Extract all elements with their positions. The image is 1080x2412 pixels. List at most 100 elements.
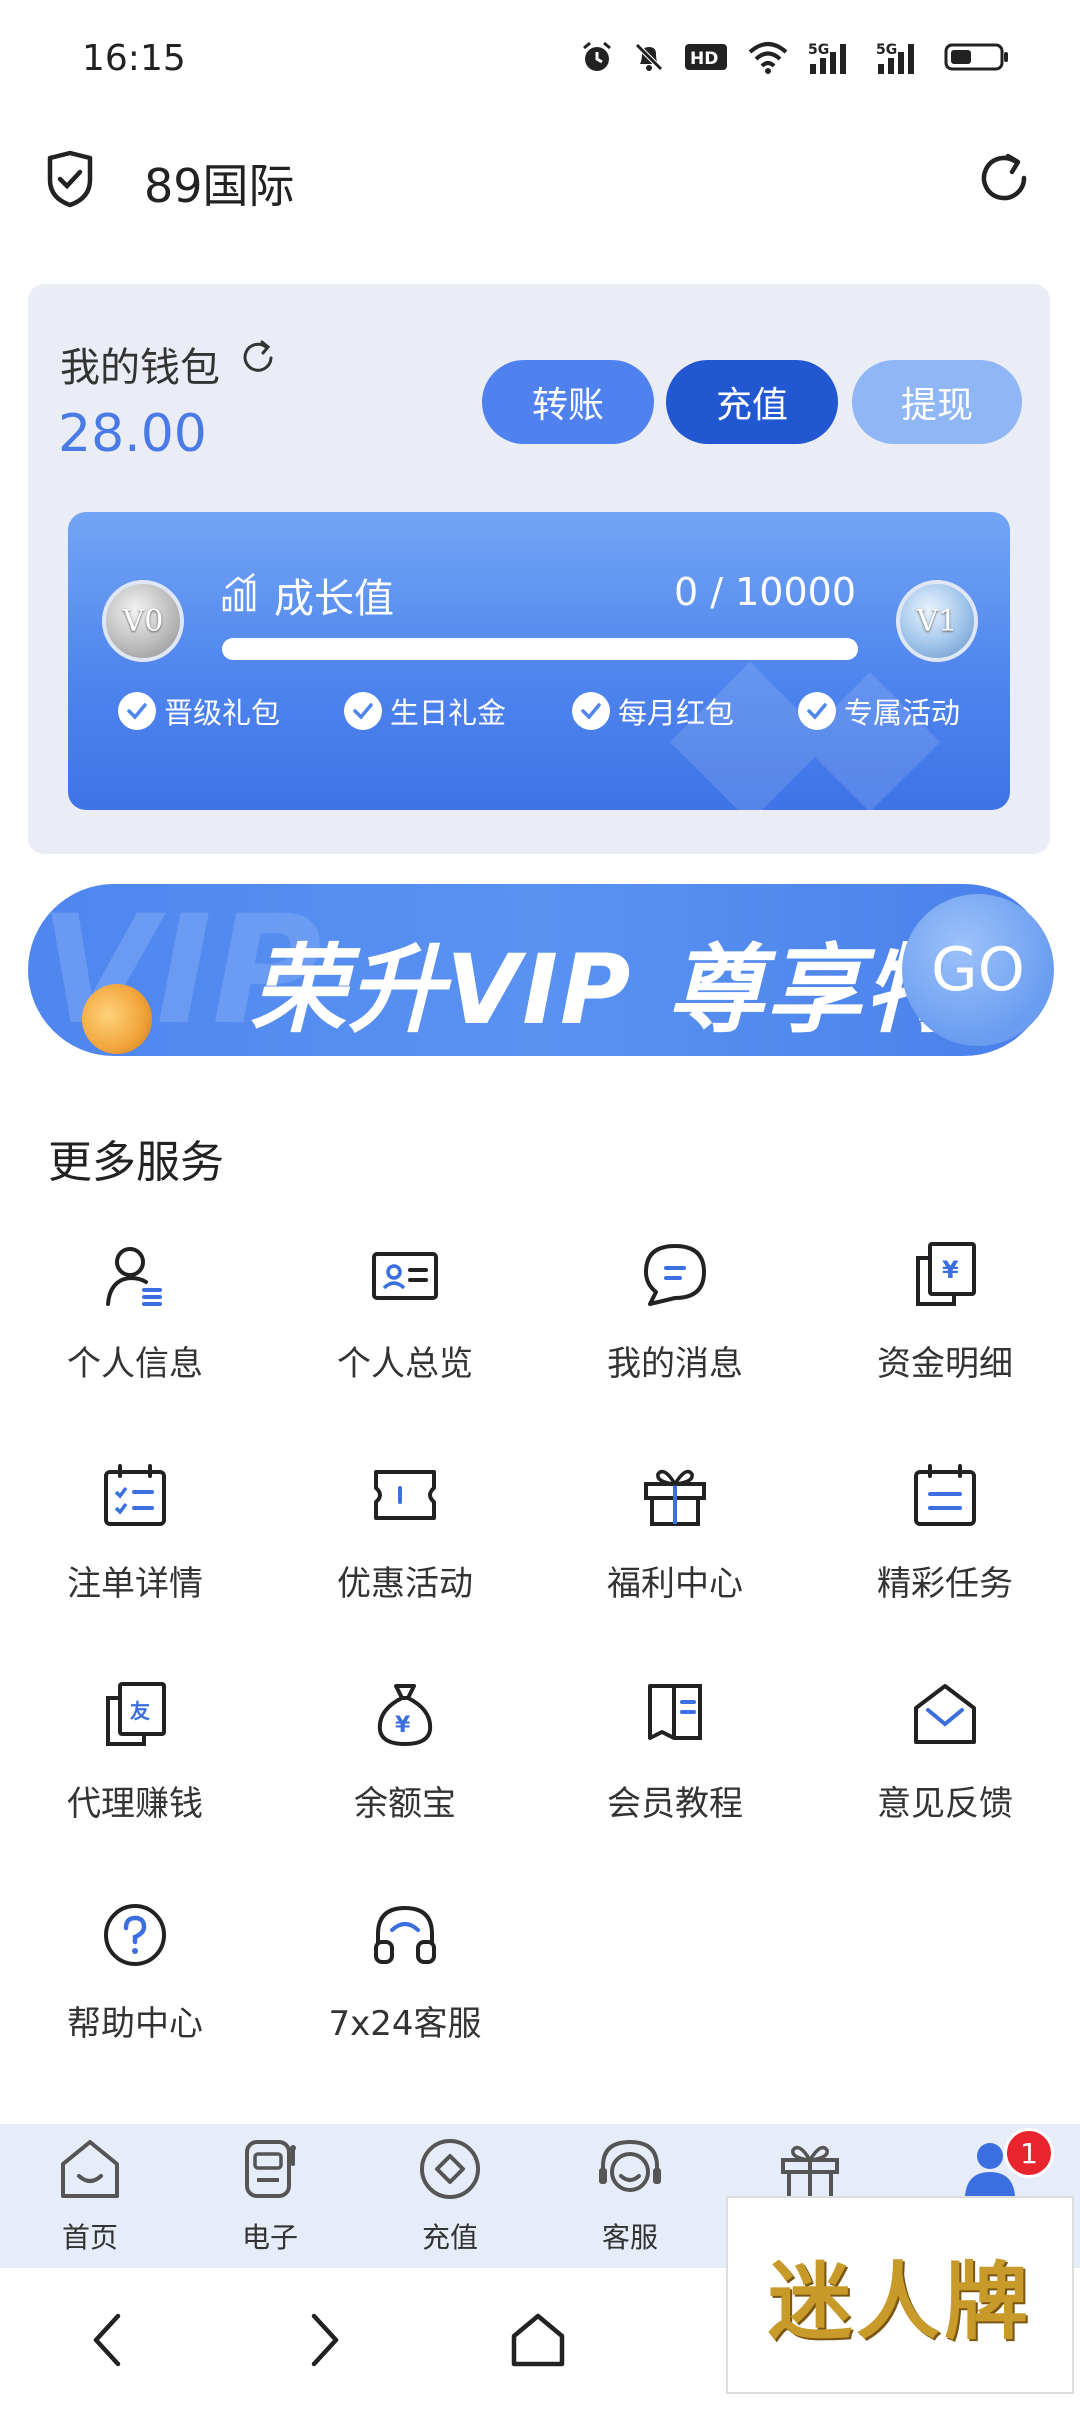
wallet-label: 我的钱包 (60, 345, 220, 391)
service-balance-treasure[interactable]: ¥ 余额宝 (270, 1680, 540, 1825)
check-icon (572, 692, 610, 730)
wifi-icon (748, 42, 788, 74)
perk-label: 晋级礼包 (164, 696, 281, 730)
perk-item: 每月红包 (572, 690, 734, 732)
watermark-text: 迷人牌 (767, 2251, 1032, 2351)
id-card-icon (372, 1252, 438, 1300)
money-bag-icon: ¥ (377, 1684, 433, 1747)
book-icon (648, 1684, 702, 1740)
service-label: 7x24客服 (328, 2004, 482, 2044)
growth-progress-bar (222, 638, 858, 660)
service-label: 余额宝 (354, 1784, 456, 1824)
agent-icon: 友 (106, 1682, 166, 1746)
message-icon (644, 1244, 706, 1306)
svg-text:¥: ¥ (942, 1256, 959, 1284)
diamond-pattern-icon (670, 662, 940, 810)
vip-go-button[interactable]: GO (902, 894, 1054, 1046)
game-machine-icon (245, 2140, 296, 2198)
service-customer-support[interactable]: 7x24客服 (270, 1900, 540, 2045)
signal-5g-icon-2: 5G (876, 42, 914, 74)
tab-service[interactable]: 客服 (540, 2134, 720, 2256)
refresh-icon[interactable] (976, 150, 1032, 206)
wallet-amount: 28.00 (58, 404, 207, 464)
svg-text:5G: 5G (808, 42, 829, 58)
service-label: 会员教程 (607, 1784, 743, 1824)
user-profile-icon (106, 1247, 162, 1306)
level-badge-current: V0 (102, 580, 184, 662)
svg-text:HD: HD (690, 49, 718, 69)
back-icon[interactable] (88, 2310, 128, 2370)
service-feedback[interactable]: 意见反馈 (810, 1680, 1080, 1825)
tab-label: 充值 (421, 2221, 478, 2254)
service-label: 注单详情 (67, 1564, 203, 1604)
perk-label: 每月红包 (618, 696, 735, 730)
withdraw-button[interactable]: 提现 (852, 360, 1022, 444)
help-icon (104, 1904, 166, 1966)
mail-icon (914, 1684, 976, 1744)
notification-badge: 1 (1004, 2128, 1054, 2178)
ticket-icon (374, 1470, 436, 1520)
fund-detail-icon: ¥ (916, 1242, 976, 1306)
service-label: 优惠活动 (337, 1564, 473, 1604)
deposit-button[interactable]: 充值 (666, 360, 838, 444)
gift-icon (644, 1469, 706, 1526)
growth-label: 成长值 (274, 576, 394, 622)
service-messages[interactable]: 我的消息 (540, 1240, 810, 1385)
transfer-button[interactable]: 转账 (482, 360, 654, 444)
service-label: 意见反馈 (877, 1784, 1013, 1824)
tab-electronic[interactable]: 电子 (180, 2134, 360, 2256)
service-label: 个人信息 (67, 1344, 203, 1384)
service-promotions[interactable]: 优惠活动 (270, 1460, 540, 1605)
status-icons: HD 5G 5G (580, 40, 1010, 74)
service-welfare-center[interactable]: 福利中心 (540, 1460, 810, 1605)
service-personal-info[interactable]: 个人信息 (0, 1240, 270, 1385)
tab-label: 客服 (601, 2221, 658, 2254)
level-badge-next: V1 (896, 580, 978, 662)
service-member-tutorial[interactable]: 会员教程 (540, 1680, 810, 1825)
service-label: 资金明细 (877, 1344, 1013, 1384)
service-icon (599, 2139, 661, 2192)
service-label: 福利中心 (607, 1564, 743, 1604)
status-time: 16:15 (82, 38, 186, 79)
forward-icon[interactable] (304, 2310, 344, 2370)
shield-check-icon[interactable] (44, 150, 96, 208)
watermark-overlay: 迷人牌 (726, 2196, 1074, 2394)
growth-card[interactable] (68, 512, 1010, 810)
battery-icon (944, 43, 1008, 71)
task-calendar-icon (914, 1464, 976, 1526)
gift-tab-icon (781, 2145, 839, 2200)
perk-item: 生日礼金 (344, 690, 506, 732)
deposit-icon (420, 2139, 480, 2199)
service-overview[interactable]: 个人总览 (270, 1240, 540, 1385)
hd-icon: HD (685, 44, 727, 70)
tab-label: 首页 (61, 2221, 118, 2254)
service-tasks[interactable]: 精彩任务 (810, 1460, 1080, 1605)
svg-text:5G: 5G (876, 42, 897, 58)
service-label: 帮助中心 (67, 2004, 203, 2044)
alarm-icon (583, 41, 611, 71)
tab-deposit[interactable]: 充值 (360, 2134, 540, 2256)
service-fund-detail[interactable]: ¥ 资金明细 (810, 1240, 1080, 1385)
growth-chart-icon (222, 573, 256, 612)
service-label: 个人总览 (337, 1344, 473, 1384)
svg-text:¥: ¥ (395, 1713, 411, 1738)
home-nav-icon[interactable] (508, 2310, 568, 2370)
check-icon (118, 692, 156, 730)
headset-icon (374, 1905, 436, 1964)
service-label: 代理赚钱 (67, 1784, 203, 1824)
perk-label: 生日礼金 (390, 696, 507, 730)
check-icon (344, 692, 382, 730)
service-bet-details[interactable]: 注单详情 (0, 1460, 270, 1605)
service-label: 精彩任务 (877, 1564, 1013, 1604)
tab-home[interactable]: 首页 (0, 2134, 180, 2256)
check-icon (798, 692, 836, 730)
tab-label: 电子 (241, 2221, 298, 2254)
service-help-center[interactable]: 帮助中心 (0, 1900, 270, 2045)
perk-item: 晋级礼包 (118, 690, 280, 732)
growth-value: 0 / 10000 (673, 570, 856, 614)
service-label: 我的消息 (607, 1344, 743, 1384)
wallet-refresh-icon[interactable] (238, 338, 278, 378)
signal-5g-icon: 5G (808, 42, 846, 74)
perk-item: 专属活动 (798, 690, 960, 732)
service-agent[interactable]: 友 代理赚钱 (0, 1680, 270, 1825)
